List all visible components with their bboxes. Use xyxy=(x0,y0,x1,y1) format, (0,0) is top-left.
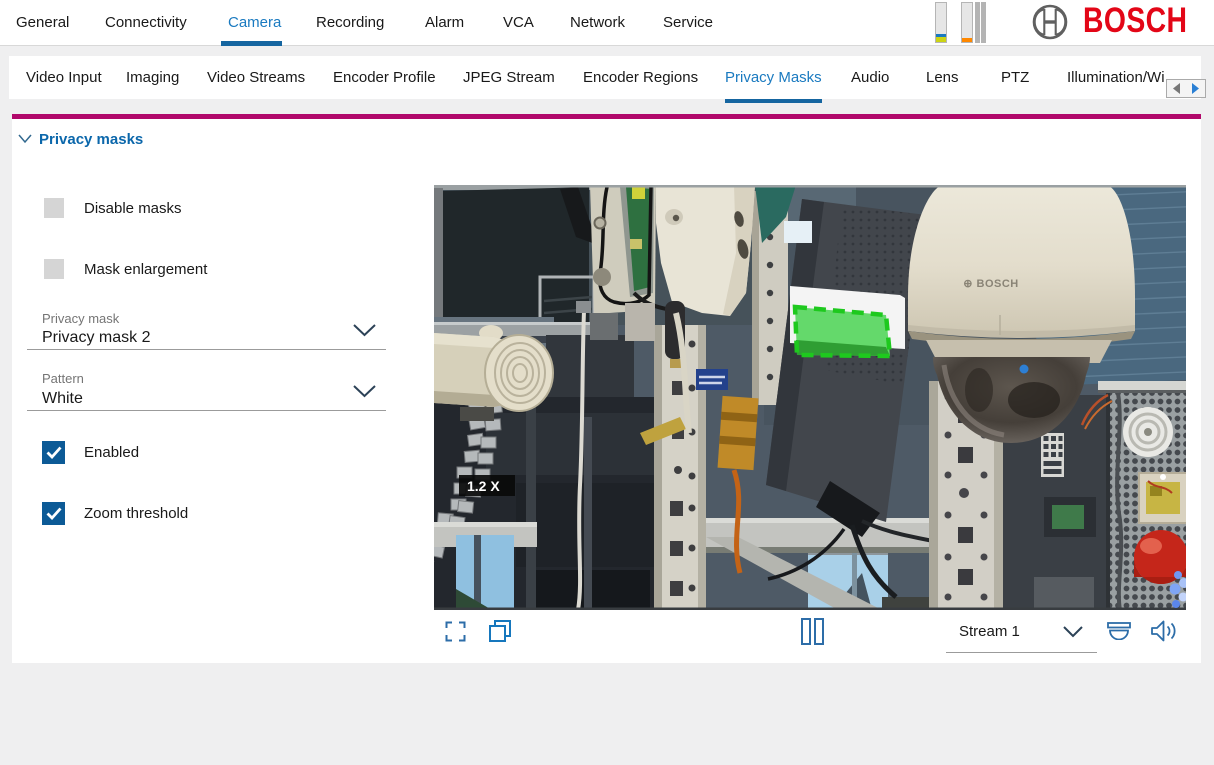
svg-text:1.2 X: 1.2 X xyxy=(467,478,500,494)
svg-text:⊕ BOSCH: ⊕ BOSCH xyxy=(963,278,1019,290)
